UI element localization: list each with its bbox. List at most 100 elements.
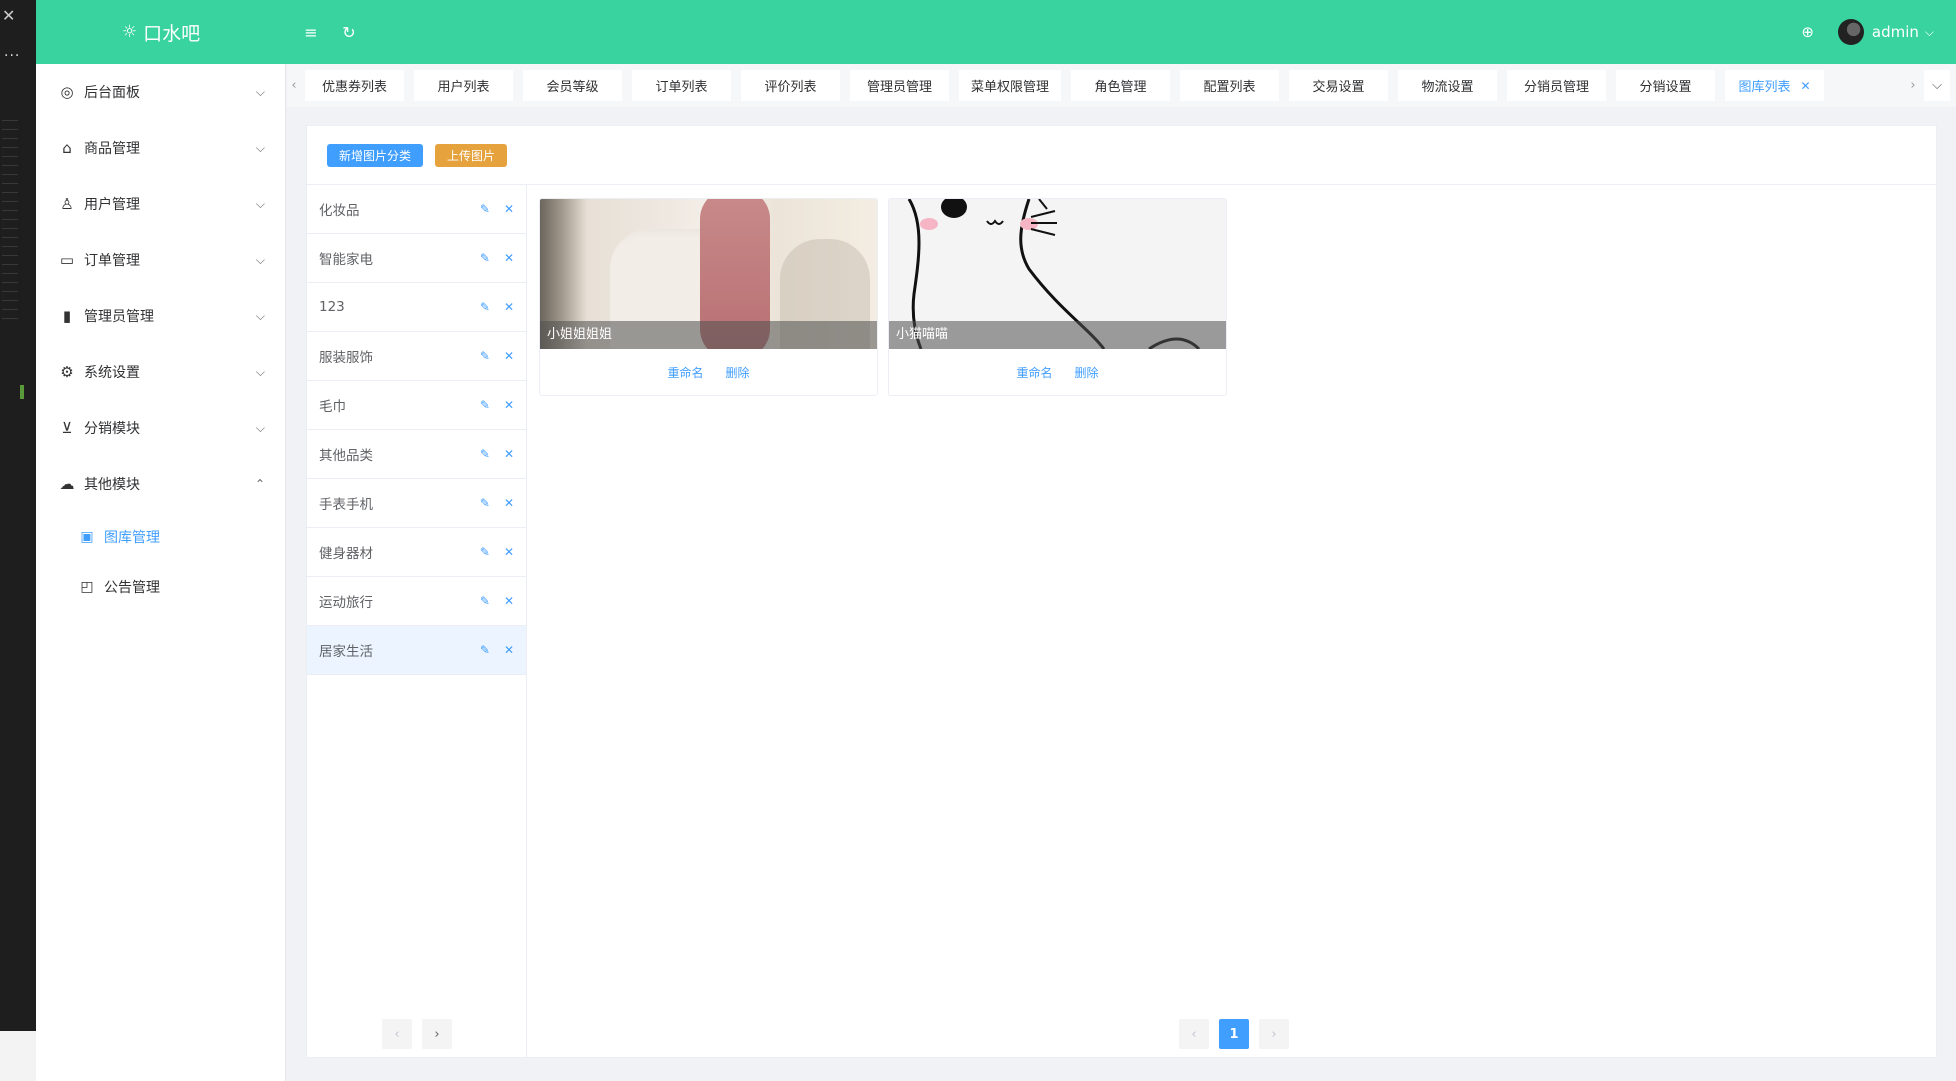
chevron-right-icon[interactable]: ›	[1906, 78, 1920, 93]
edit-icon[interactable]: ✎	[480, 643, 490, 657]
tab-coupon-list[interactable]: 优惠券列表	[305, 70, 404, 101]
rename-link[interactable]: 重命名	[667, 364, 703, 381]
username: admin	[1871, 23, 1919, 41]
image-caption: 小姐姐姐姐	[540, 321, 877, 349]
tab-label: 优惠券列表	[321, 80, 387, 95]
close-icon[interactable]: ✕	[504, 643, 514, 657]
tab-distribution-settings[interactable]: 分销设置	[1616, 70, 1716, 101]
chevron-down-icon: ⌵	[255, 196, 265, 211]
close-icon[interactable]: ✕	[504, 496, 514, 510]
chevron-down-icon: ⌵	[1932, 78, 1942, 93]
edit-icon[interactable]: ✎	[480, 349, 490, 363]
add-category-button[interactable]: 新增图片分类	[327, 143, 424, 167]
sidebar-item-admins[interactable]: ▮ 管理员管理 ⌵	[36, 288, 285, 344]
category-item[interactable]: 智能家电 ✎ ✕	[307, 234, 526, 283]
locate-icon[interactable]: ⊕	[1801, 23, 1814, 41]
category-item[interactable]: 其他品类 ✎ ✕	[307, 430, 526, 479]
sidebar-item-other[interactable]: ☁ 其他模块 ⌃	[36, 456, 285, 512]
tab-trade-settings[interactable]: 交易设置	[1289, 70, 1389, 101]
sidebar-item-dashboard[interactable]: ◎ 后台面板 ⌵	[36, 64, 285, 120]
close-icon[interactable]: ✕	[504, 251, 514, 265]
close-icon[interactable]: ✕	[504, 398, 514, 412]
close-icon[interactable]: ✕	[504, 349, 514, 363]
tab-gallery-list[interactable]: 图库列表 ✕	[1725, 70, 1825, 101]
tab-role-manage[interactable]: 角色管理	[1071, 70, 1171, 101]
menu-fold-icon[interactable]: ≡	[298, 23, 324, 42]
sidebar-item-distribution[interactable]: ⊻ 分销模块 ⌵	[36, 400, 285, 456]
sidebar-item-settings[interactable]: ⚙ 系统设置 ⌵	[36, 344, 285, 400]
edit-icon[interactable]: ✎	[480, 300, 490, 314]
refresh-icon[interactable]: ↻	[336, 23, 362, 42]
close-icon[interactable]: ✕	[504, 300, 514, 314]
edit-icon[interactable]: ✎	[480, 202, 490, 216]
tabs-dropdown[interactable]: ⌵	[1924, 70, 1950, 101]
delete-link[interactable]: 删除	[726, 364, 750, 381]
chevron-left-icon[interactable]: ‹	[287, 78, 301, 93]
tab-order-list[interactable]: 订单列表	[632, 70, 731, 101]
tab-label: 评价列表	[764, 80, 817, 95]
sidebar-item-label: 订单管理	[84, 253, 140, 269]
gear-icon: ⚙	[60, 363, 74, 381]
close-icon[interactable]: ✕	[1800, 79, 1810, 93]
category-pagination: ‹ ›	[382, 1019, 452, 1049]
edit-icon[interactable]: ✎	[480, 594, 490, 608]
category-item[interactable]: 服装服饰 ✎ ✕	[307, 332, 526, 381]
edit-icon[interactable]: ✎	[480, 545, 490, 559]
top-header: ☼ 口水吧 ≡ ↻ ⊕ admin ⌵	[36, 0, 1956, 64]
tab-admin-manage[interactable]: 管理员管理	[850, 70, 949, 101]
close-icon[interactable]: ✕	[504, 447, 514, 461]
tab-distributor-manage[interactable]: 分销员管理	[1507, 70, 1607, 101]
tab-label: 配置列表	[1203, 80, 1256, 95]
category-name: 123	[319, 299, 345, 315]
tab-member-level[interactable]: 会员等级	[523, 70, 622, 101]
sidebar-item-users[interactable]: ♙ 用户管理 ⌵	[36, 176, 285, 232]
close-icon[interactable]: ✕	[504, 202, 514, 216]
next-page-button[interactable]: ›	[1259, 1019, 1289, 1049]
delete-link[interactable]: 删除	[1075, 364, 1099, 381]
picture-icon: ▣	[80, 529, 94, 545]
prev-page-button[interactable]: ‹	[1179, 1019, 1209, 1049]
edit-icon[interactable]: ✎	[480, 251, 490, 265]
avatar	[1837, 19, 1864, 45]
sidebar-item-orders[interactable]: ▭ 订单管理 ⌵	[36, 232, 285, 288]
category-item[interactable]: 毛巾 ✎ ✕	[307, 381, 526, 430]
tab-config-list[interactable]: 配置列表	[1180, 70, 1280, 101]
sidebar-subitem-gallery[interactable]: ▣ 图库管理	[36, 512, 285, 562]
category-item[interactable]: 化妆品 ✎ ✕	[307, 185, 526, 234]
category-item[interactable]: 健身器材 ✎ ✕	[307, 528, 526, 577]
logo[interactable]: ☼ 口水吧	[36, 19, 286, 46]
category-item[interactable]: 123 ✎ ✕	[307, 283, 526, 332]
close-icon[interactable]: ✕	[504, 594, 514, 608]
next-page-button[interactable]: ›	[422, 1019, 452, 1049]
edit-icon[interactable]: ✎	[480, 447, 490, 461]
rename-link[interactable]: 重命名	[1016, 364, 1052, 381]
category-name: 健身器材	[319, 546, 373, 562]
prev-page-button[interactable]: ‹	[382, 1019, 412, 1049]
image-card: 小姐姐姐姐 重命名 删除	[539, 198, 878, 396]
category-item[interactable]: 运动旅行 ✎ ✕	[307, 577, 526, 626]
sidebar-subitem-notice[interactable]: ◰ 公告管理	[36, 562, 285, 612]
sidebar-item-goods[interactable]: ⌂ 商品管理 ⌵	[36, 120, 285, 176]
page-number[interactable]: 1	[1219, 1019, 1249, 1049]
tab-label: 用户列表	[437, 80, 490, 95]
user-dropdown[interactable]: admin ⌵	[1837, 19, 1934, 45]
app-title: 口水吧	[143, 22, 201, 45]
image-thumbnail[interactable]: 小猫喵喵	[889, 199, 1226, 349]
admin-icon: ▮	[62, 307, 72, 325]
category-item-active[interactable]: 居家生活 ✎ ✕	[307, 626, 526, 675]
close-icon[interactable]: ✕	[504, 545, 514, 559]
tab-label: 分销设置	[1639, 80, 1692, 95]
image-thumbnail[interactable]: 小姐姐姐姐	[540, 199, 877, 349]
sun-icon: ☼	[121, 22, 138, 42]
tab-review-list[interactable]: 评价列表	[741, 70, 840, 101]
edit-icon[interactable]: ✎	[480, 496, 490, 510]
tab-logistics-settings[interactable]: 物流设置	[1398, 70, 1498, 101]
tab-menu-permission[interactable]: 菜单权限管理	[959, 70, 1062, 101]
sidebar: ◎ 后台面板 ⌵ ⌂ 商品管理 ⌵ ♙ 用户管理 ⌵ ▭ 订单管理 ⌵ ▮ 管理…	[36, 64, 286, 1081]
category-item[interactable]: 手表手机 ✎ ✕	[307, 479, 526, 528]
tab-user-list[interactable]: 用户列表	[414, 70, 513, 101]
category-name: 智能家电	[319, 252, 373, 268]
category-name: 服装服饰	[319, 350, 373, 366]
edit-icon[interactable]: ✎	[480, 398, 490, 412]
upload-image-button[interactable]: 上传图片	[435, 143, 508, 167]
